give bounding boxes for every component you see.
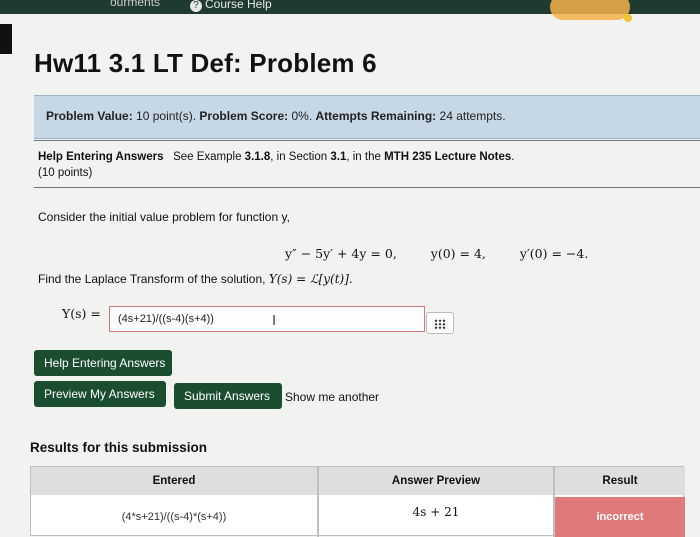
problem-score-label: Problem Score:	[199, 109, 289, 123]
initial-condition-1: y(0) = 4,	[430, 246, 486, 261]
answer-preview-value: 4s + 21	[412, 505, 460, 519]
problem-score: 0%.	[291, 109, 313, 123]
attempts-remaining: 24 attempts.	[439, 109, 506, 123]
header-answer-preview: Answer Preview	[319, 467, 553, 495]
left-edge-marker	[0, 24, 12, 54]
divider-2	[34, 187, 700, 188]
lecture-notes-ref: MTH 235 Lecture Notes	[384, 151, 512, 163]
preview-answers-button[interactable]: Preview My Answers	[34, 381, 166, 407]
entered-value: (4*s+21)/((s-4)*(s+4))	[121, 511, 227, 523]
header-entered: Entered	[31, 467, 317, 495]
results-title: Results for this submission	[30, 440, 208, 455]
course-help-link[interactable]: ? Course Help	[190, 0, 272, 12]
grid-icon	[434, 319, 447, 329]
help-note-text-3: , in the	[346, 151, 381, 163]
problem-value: 10 point(s).	[136, 109, 197, 123]
answer-input[interactable]	[109, 306, 425, 332]
submit-answers-button[interactable]: Submit Answers	[174, 383, 282, 409]
answer-label: Y(s) =	[62, 306, 101, 321]
nav-link-ourments[interactable]: ourments	[110, 0, 160, 9]
help-note: Help Entering Answers See Example 3.1.8,…	[38, 149, 514, 181]
help-note-text-2: , in Section	[270, 151, 328, 163]
help-note-text: See Example	[173, 151, 242, 163]
result-badge: incorrect	[555, 497, 685, 537]
help-note-end: .	[511, 151, 515, 163]
status-dot-icon	[624, 14, 632, 22]
ode: y″ − 5y′ + 4y = 0,	[285, 246, 397, 261]
equation-palette-button[interactable]	[426, 312, 454, 334]
problem-info-box: Problem Value: 10 point(s). Problem Scor…	[34, 95, 700, 139]
attempts-label: Attempts Remaining:	[315, 109, 437, 123]
header-result: Result	[555, 467, 685, 495]
laplace-expression: Y(s) = ℒ[y(t)].	[268, 272, 353, 286]
course-help-label: Course Help	[205, 0, 272, 11]
initial-condition-2: y′(0) = −4.	[519, 246, 589, 261]
results-table: Entered Answer Preview Result (4*s+21)/(…	[30, 466, 685, 537]
problem-value-label: Problem Value:	[46, 109, 133, 123]
screen-glare	[550, 0, 630, 20]
show-another-link[interactable]: Show me another	[285, 390, 379, 404]
help-entering-answers-button[interactable]: Help Entering Answers	[34, 350, 172, 376]
help-icon: ?	[190, 0, 202, 12]
example-ref: 3.1.8	[244, 151, 271, 163]
problem-statement: Consider the initial value problem for f…	[38, 210, 290, 224]
section-ref: 3.1	[330, 151, 347, 163]
ode-equation: y″ − 5y′ + 4y = 0, y(0) = 4, y′(0) = −4.	[285, 246, 618, 261]
find-text: Find the Laplace Transform of the soluti…	[38, 272, 266, 286]
page-title: Hw11 3.1 LT Def: Problem 6	[34, 48, 377, 78]
help-note-label: Help Entering Answers	[38, 151, 164, 163]
divider	[34, 140, 700, 141]
find-instruction: Find the Laplace Transform of the soluti…	[38, 272, 353, 286]
text-cursor-icon: I	[272, 312, 277, 329]
problem-points: (10 points)	[38, 167, 93, 179]
